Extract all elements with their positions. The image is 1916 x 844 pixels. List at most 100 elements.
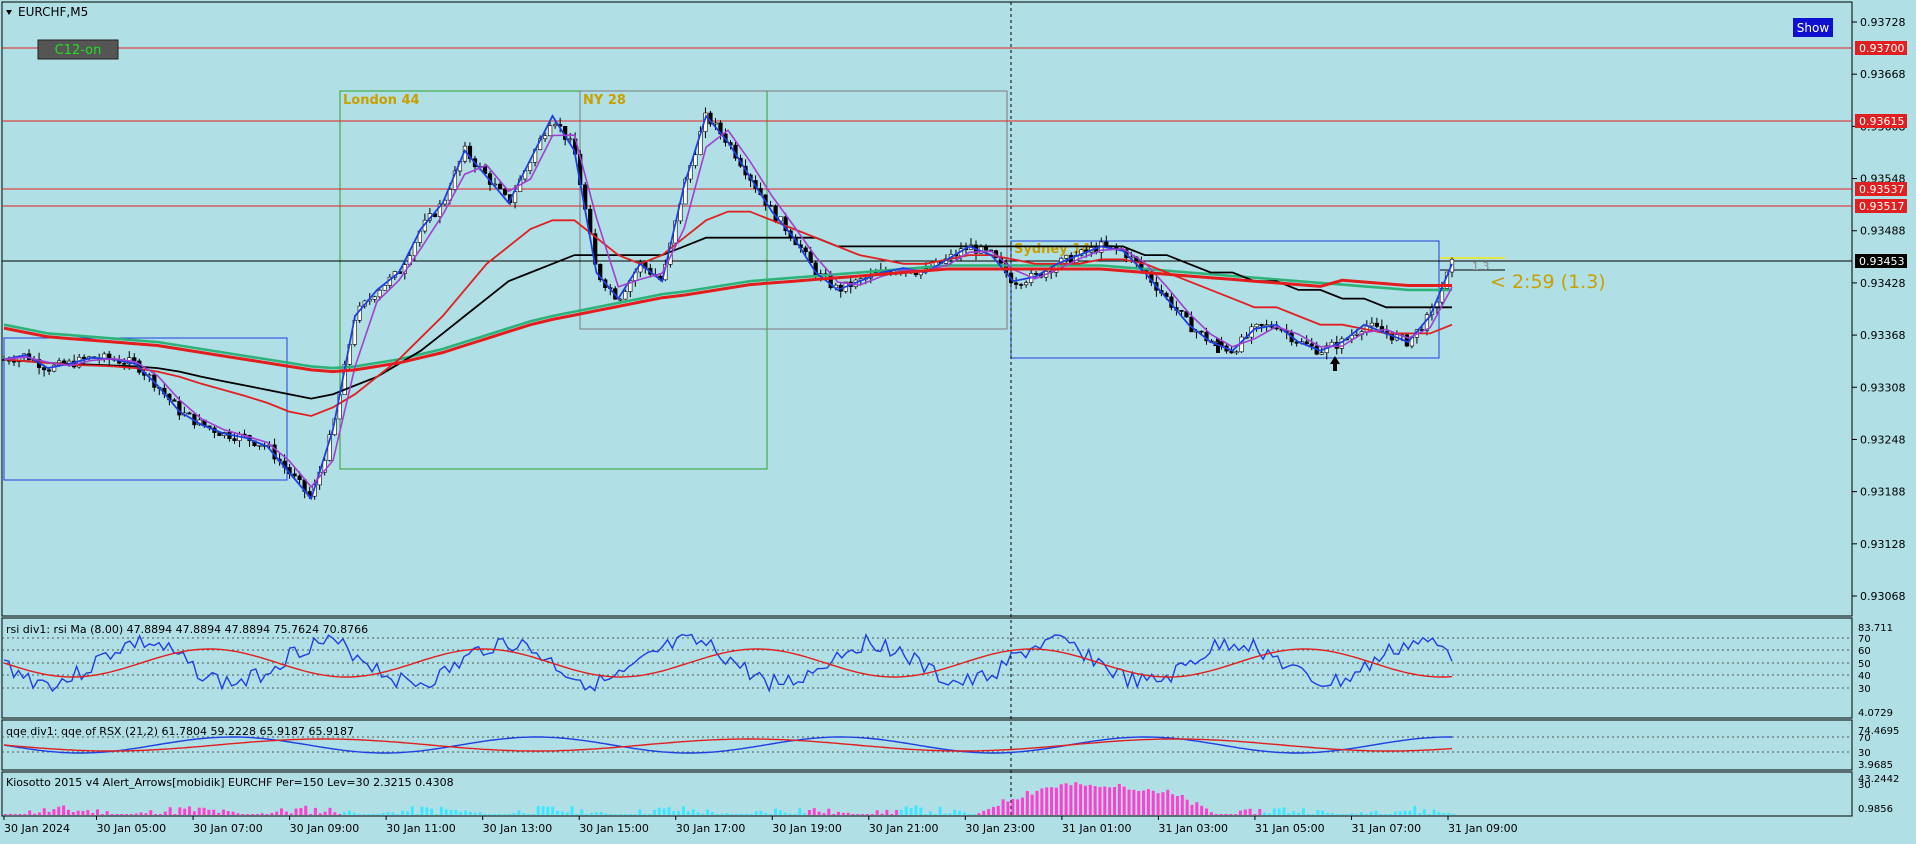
kiosotto-bar bbox=[938, 806, 942, 815]
kiosotto-bar bbox=[483, 814, 487, 815]
kiosotto-bar bbox=[972, 814, 976, 815]
kiosotto-bar bbox=[691, 809, 695, 815]
kiosotto-bar bbox=[977, 813, 981, 815]
price-tick-label: 0.93428 bbox=[1860, 277, 1906, 290]
kiosotto-bar bbox=[110, 814, 114, 815]
kiosotto-bar bbox=[265, 814, 269, 815]
kiosotto-bar bbox=[1253, 814, 1257, 815]
kiosotto-bar bbox=[294, 808, 298, 815]
rsx-tick-label: 70 bbox=[1858, 733, 1871, 744]
candle-body bbox=[1304, 341, 1309, 345]
kiosotto-bar bbox=[1040, 788, 1044, 815]
kiosotto-bar bbox=[134, 813, 138, 815]
kiosotto-bar bbox=[575, 814, 579, 815]
kiosotto-bar bbox=[1195, 802, 1199, 815]
kiosotto-bar bbox=[798, 808, 802, 815]
kiosotto-bar bbox=[1258, 808, 1262, 815]
kiosotto-bar bbox=[207, 809, 211, 815]
kiosotto-bar bbox=[541, 806, 545, 815]
kiosotto-bar bbox=[149, 810, 153, 815]
kiosotto-bar bbox=[173, 814, 177, 815]
kiosotto-bar bbox=[1098, 786, 1102, 815]
kiosotto-bar bbox=[1016, 799, 1020, 815]
candle-body bbox=[382, 285, 387, 291]
dropdown-triangle-icon[interactable] bbox=[6, 10, 12, 15]
kiosotto-bar bbox=[144, 813, 148, 815]
candle-body bbox=[122, 362, 127, 365]
candles-group bbox=[1, 107, 1455, 500]
main-pane bbox=[1, 1, 1853, 617]
candle-body bbox=[172, 399, 177, 402]
kiosotto-bar bbox=[1243, 809, 1247, 815]
kiosotto-bar bbox=[318, 813, 322, 815]
kiosotto-bar bbox=[299, 808, 303, 815]
candle-body bbox=[497, 183, 503, 190]
kiosotto-bar bbox=[546, 806, 550, 815]
kiosotto-bar bbox=[139, 812, 143, 815]
time-tick-label: 30 Jan 17:00 bbox=[676, 822, 746, 835]
kiosotto-bar bbox=[909, 807, 913, 815]
kiosotto-bar bbox=[614, 814, 618, 815]
kiosotto-bar bbox=[895, 810, 899, 815]
kiosotto-bar bbox=[1452, 814, 1455, 815]
ma-lines-group bbox=[3, 114, 1453, 501]
kiosotto-bar bbox=[652, 809, 656, 815]
candle-body bbox=[1104, 241, 1109, 246]
kiosotto-bar bbox=[1054, 787, 1058, 815]
kiosotto-bar bbox=[720, 813, 724, 815]
kiosotto-bar bbox=[410, 806, 414, 815]
kiosotto-bar bbox=[744, 813, 748, 815]
kiosotto-bar bbox=[890, 814, 894, 815]
chart-canvas[interactable]: London 44 NY 28 Sydney 14 EURCHF,M5 C12-… bbox=[0, 0, 1916, 840]
kiosotto-bar bbox=[396, 814, 400, 815]
candle-body bbox=[377, 289, 382, 298]
kiosotto-bar bbox=[1238, 810, 1242, 815]
candle-body bbox=[548, 125, 553, 137]
kiosotto-bar bbox=[585, 814, 589, 815]
kiosotto-bar bbox=[730, 814, 734, 815]
kiosotto-bar bbox=[81, 810, 85, 815]
candle-body bbox=[297, 475, 302, 481]
candle-body bbox=[1309, 343, 1314, 347]
kiosotto-bar bbox=[856, 814, 860, 815]
level-badge-label: 0.93453 bbox=[1859, 255, 1905, 268]
kiosotto-bar bbox=[604, 813, 608, 815]
kiosotto-bar bbox=[1248, 808, 1252, 815]
kiosotto-bar bbox=[851, 814, 855, 815]
kiosotto-bar bbox=[1379, 814, 1383, 815]
kiosotto-bar bbox=[783, 812, 787, 815]
kiosotto-bar bbox=[197, 807, 201, 815]
kiosotto-bar bbox=[807, 810, 811, 815]
kiosotto-bar bbox=[1166, 789, 1170, 815]
kiosotto-bar bbox=[115, 814, 119, 815]
kiosotto-bar bbox=[468, 811, 472, 815]
kiosotto-bar bbox=[1006, 801, 1010, 815]
kiosotto-bar bbox=[1045, 787, 1049, 815]
kiosotto-bar bbox=[1393, 811, 1397, 815]
kiosotto-bar bbox=[1418, 813, 1422, 815]
kiosotto-bar bbox=[1389, 814, 1393, 815]
rsx-tick-label: 30 bbox=[1858, 748, 1871, 759]
kiosotto-bar bbox=[556, 810, 560, 815]
kiosotto-bar bbox=[672, 811, 676, 815]
kiosotto-bar bbox=[866, 814, 870, 815]
session-box-ny bbox=[579, 90, 1008, 330]
candle-body bbox=[1013, 282, 1019, 285]
kiosotto-bar bbox=[991, 806, 995, 815]
candle-body bbox=[187, 412, 192, 415]
kiosotto-bar bbox=[23, 813, 27, 815]
rsi-tick-label: 50 bbox=[1858, 659, 1871, 670]
kiosotto-bar bbox=[1011, 799, 1015, 815]
kiosotto-bar bbox=[996, 805, 1000, 815]
candle-body bbox=[1179, 310, 1184, 312]
kiosotto-bar bbox=[1330, 813, 1334, 815]
rsi-title: rsi div1: rsi Ma (8.00) 47.8894 47.8894 … bbox=[6, 623, 368, 636]
kiosotto-bar bbox=[439, 806, 443, 815]
kiosotto-bar bbox=[1132, 789, 1136, 815]
kiosotto-bar bbox=[1200, 805, 1204, 815]
kiosotto-bar bbox=[304, 805, 308, 815]
kiosotto-bar bbox=[1432, 809, 1436, 815]
candle-body bbox=[1034, 273, 1039, 275]
rsi-tick-label: 40 bbox=[1858, 671, 1871, 682]
kiosotto-bar bbox=[1306, 814, 1310, 815]
